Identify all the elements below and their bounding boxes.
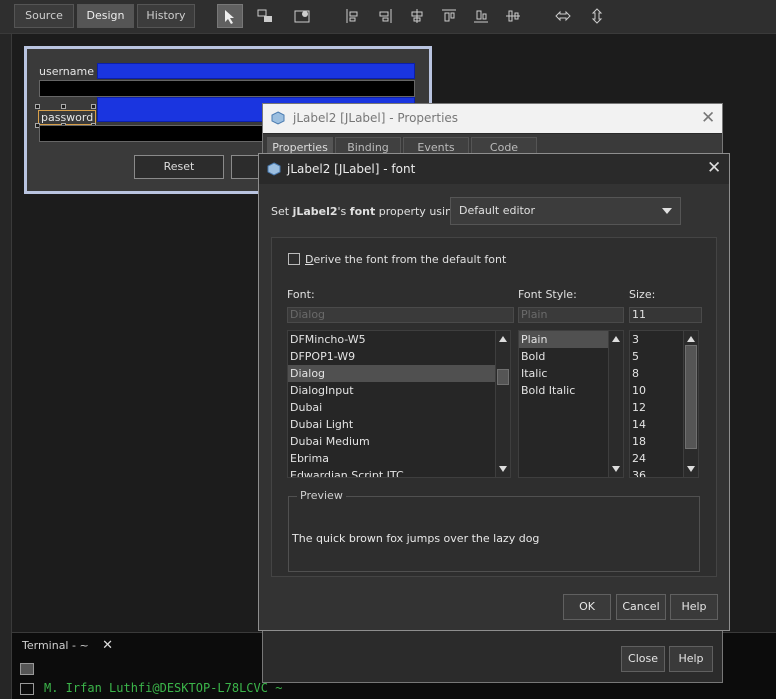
left-gutter (0, 34, 12, 699)
scroll-up-icon[interactable] (612, 336, 620, 342)
preview-text: The quick brown fox jumps over the lazy … (292, 532, 540, 545)
editor-select[interactable]: Default editor (450, 197, 681, 225)
align-left-icon[interactable] (340, 4, 366, 28)
scrollbar-thumb[interactable] (497, 369, 509, 385)
username-selection-bar (97, 63, 415, 79)
tab-history[interactable]: History (137, 4, 195, 28)
scroll-up-icon[interactable] (499, 336, 507, 342)
font-list-item[interactable]: Ebrima (288, 450, 510, 467)
style-column-label: Font Style: (518, 288, 577, 301)
tab-source[interactable]: Source (14, 4, 74, 28)
ok-button[interactable]: OK (563, 594, 611, 620)
editor-toolbar: Source Design History (0, 0, 776, 34)
netbeans-icon (267, 162, 281, 176)
font-list[interactable]: DFMincho-W5 DFPOP1-W9 Dialog DialogInput Dub… (287, 330, 511, 478)
chevron-down-icon (662, 208, 672, 214)
font-list-item[interactable]: DFPOP1-W9 (288, 348, 510, 365)
derive-font-checkbox[interactable] (288, 253, 300, 265)
font-list-item[interactable]: Dialog (288, 365, 510, 382)
font-style-field[interactable]: Plain (518, 307, 624, 323)
username-field[interactable] (39, 80, 415, 97)
align-right-icon[interactable] (372, 4, 398, 28)
font-dialog-title-bar: jLabel2 [JLabel] - font ✕ (259, 154, 729, 184)
resize-handle[interactable] (35, 104, 40, 109)
help-button[interactable]: Help (669, 646, 713, 672)
preview-box: Preview The quick brown fox jumps over t… (288, 489, 700, 572)
font-list-item[interactable]: Dubai Medium (288, 433, 510, 450)
font-list-item[interactable]: Dubai Light (288, 416, 510, 433)
close-icon[interactable]: ✕ (707, 160, 721, 177)
scroll-up-icon[interactable] (687, 336, 695, 342)
font-style-list[interactable]: Plain Bold Italic Bold Italic (518, 330, 624, 478)
property-name: font (349, 205, 376, 218)
preview-label: Preview (297, 489, 346, 502)
style-list-scrollbar[interactable] (608, 331, 623, 477)
component-name: jLabel2 (292, 205, 338, 218)
tab-design[interactable]: Design (77, 4, 134, 28)
selection-mode-icon[interactable] (217, 4, 243, 28)
new-terminal-icon[interactable] (20, 683, 34, 695)
preview-design-icon[interactable] (289, 4, 315, 28)
resize-vertical-icon[interactable] (584, 4, 610, 28)
help-button[interactable]: Help (670, 594, 718, 620)
resize-horizontal-icon[interactable] (550, 4, 576, 28)
connection-mode-icon[interactable] (252, 4, 278, 28)
font-list-scrollbar[interactable] (495, 331, 510, 477)
terminal-prompt: M. Irfan Luthfi@DESKTOP-L78LCVC ~ (44, 681, 283, 695)
derive-font-label[interactable]: Derive the font from the default font (305, 253, 506, 266)
close-button[interactable]: Close (621, 646, 665, 672)
font-list-item[interactable]: DFMincho-W5 (288, 331, 510, 348)
properties-title-bar: jLabel2 [JLabel] - Properties ✕ (263, 104, 722, 133)
editor-select-value: Default editor (459, 204, 536, 217)
scroll-down-icon[interactable] (687, 466, 695, 472)
close-icon[interactable]: ✕ (701, 110, 715, 127)
font-dialog-title: jLabel2 [JLabel] - font (287, 162, 416, 176)
terminal-tab[interactable]: Terminal - ~ ✕ (22, 635, 113, 657)
properties-title: jLabel2 [JLabel] - Properties (293, 111, 459, 125)
cancel-button[interactable]: Cancel (616, 594, 666, 620)
font-list-item[interactable]: DialogInput (288, 382, 510, 399)
close-icon[interactable]: ✕ (102, 638, 113, 653)
font-list-item[interactable]: Edwardian Script ITC (288, 467, 510, 477)
terminal-tab-label: Terminal - ~ (22, 639, 89, 652)
font-editor-panel: Derive the font from the default font Fo… (271, 237, 717, 577)
scrollbar-thumb[interactable] (685, 345, 697, 449)
reset-button[interactable]: Reset (134, 155, 224, 179)
font-size-field[interactable]: 11 (629, 307, 702, 323)
resize-handle[interactable] (91, 104, 96, 109)
terminal-icon (20, 663, 34, 675)
font-dialog: jLabel2 [JLabel] - font ✕ Set jLabel2's … (258, 153, 730, 631)
scroll-down-icon[interactable] (499, 466, 507, 472)
center-horizontally-icon[interactable] (404, 4, 430, 28)
center-vertically-icon[interactable] (500, 4, 526, 28)
align-bottom-icon[interactable] (468, 4, 494, 28)
font-size-list[interactable]: 3 5 8 10 12 14 18 24 36 (629, 330, 699, 478)
scroll-down-icon[interactable] (612, 466, 620, 472)
align-top-icon[interactable] (436, 4, 462, 28)
font-list-item[interactable]: Dubai (288, 399, 510, 416)
username-label[interactable]: username (39, 65, 94, 78)
password-label[interactable]: password (37, 110, 97, 125)
resize-handle[interactable] (61, 104, 66, 109)
font-column-label: Font: (287, 288, 315, 301)
font-name-field[interactable]: Dialog (287, 307, 514, 323)
netbeans-icon (271, 111, 285, 125)
size-column-label: Size: (629, 288, 656, 301)
editor-prompt: Set jLabel2's font property using: (271, 205, 463, 218)
size-list-scrollbar[interactable] (683, 331, 698, 477)
